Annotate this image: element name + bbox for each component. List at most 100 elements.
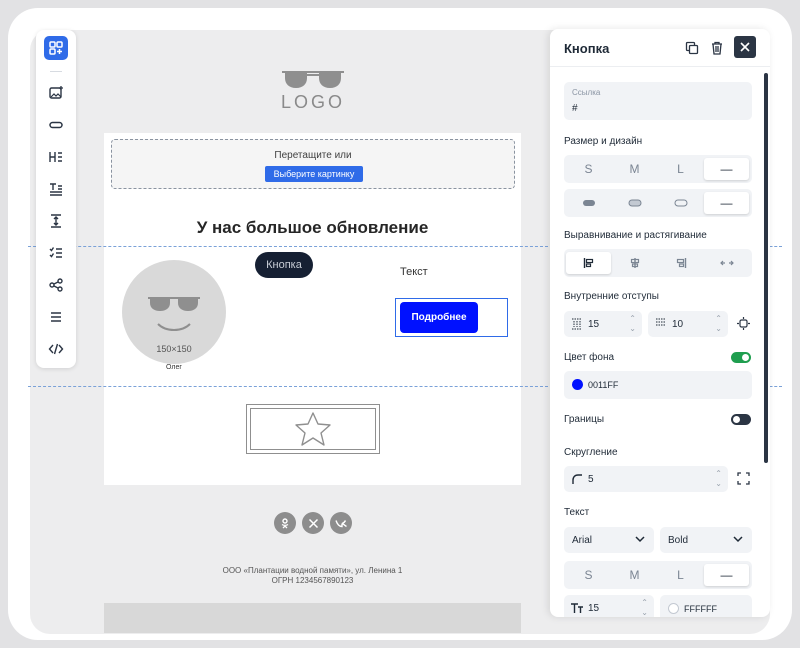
link-label: Ссылка bbox=[572, 88, 601, 97]
code-icon[interactable] bbox=[44, 337, 68, 361]
size-segmented: S M L — bbox=[564, 155, 752, 183]
x-icon[interactable] bbox=[302, 512, 324, 534]
text-size-custom[interactable]: — bbox=[704, 564, 749, 586]
bg-color-swatch[interactable] bbox=[572, 379, 583, 390]
duplicate-icon[interactable] bbox=[683, 39, 701, 57]
row-guide-top bbox=[28, 246, 548, 247]
panel-scrollbar[interactable] bbox=[764, 73, 768, 463]
sunglasses-icon bbox=[282, 71, 344, 88]
text-size-m[interactable]: M bbox=[612, 564, 657, 586]
starfish-icon bbox=[295, 412, 331, 446]
logo-text: LOGO bbox=[280, 92, 345, 112]
font-size-icon bbox=[571, 603, 583, 613]
shape-rounded-icon[interactable] bbox=[612, 192, 657, 214]
radius-stepper[interactable]: ⌃ ⌄ bbox=[715, 469, 722, 489]
email-bottom-band bbox=[104, 603, 521, 633]
font-family-select[interactable]: Arial bbox=[564, 527, 654, 553]
text-label: Текст bbox=[564, 507, 590, 518]
radius-label: Скругление bbox=[564, 447, 618, 458]
align-segmented bbox=[564, 249, 752, 277]
size-design-label: Размер и дизайн bbox=[564, 136, 643, 147]
align-label: Выравнивание и растягивание bbox=[564, 230, 707, 241]
blocks-icon[interactable] bbox=[44, 36, 68, 60]
footer-ogrn: ОГРН 1234567890123 bbox=[271, 576, 354, 585]
link-field[interactable]: Ссылка # bbox=[564, 82, 752, 120]
bg-color-toggle[interactable] bbox=[731, 352, 751, 363]
radius-input[interactable]: 5 ⌃ ⌄ bbox=[564, 466, 728, 492]
image-drop-zone[interactable]: Перетащите или Выберите картинку bbox=[111, 139, 515, 189]
share-icon[interactable] bbox=[44, 273, 68, 297]
block-toolbar bbox=[36, 30, 76, 368]
bg-color-label: Цвет фона bbox=[564, 352, 615, 363]
font-size-input[interactable]: 15 ⌃ ⌄ bbox=[564, 595, 654, 617]
smiley-sunglasses-icon bbox=[148, 297, 200, 331]
email-footer: ООО «Плантации водной памяти», ул. Ленин… bbox=[104, 566, 521, 586]
text-icon[interactable] bbox=[44, 177, 68, 201]
align-center-icon[interactable] bbox=[612, 252, 657, 274]
padding-vertical-value: 15 bbox=[588, 319, 600, 330]
text-block[interactable]: Текст bbox=[400, 266, 428, 278]
padding-vertical-input[interactable]: 15 ⌃ ⌄ bbox=[564, 311, 642, 337]
vk-icon[interactable] bbox=[330, 512, 352, 534]
spacer-icon[interactable] bbox=[44, 209, 68, 233]
avatar-size-label: 150×150 bbox=[156, 344, 192, 354]
shape-none[interactable]: — bbox=[704, 192, 749, 214]
text-color-swatch[interactable] bbox=[668, 603, 679, 614]
trash-icon[interactable] bbox=[708, 39, 726, 57]
image-placeholder[interactable] bbox=[246, 404, 380, 454]
padding-horizontal-input[interactable]: 10 ⌃ ⌄ bbox=[648, 311, 728, 337]
close-button[interactable] bbox=[734, 36, 756, 58]
padding-horizontal-icon bbox=[656, 318, 666, 326]
block-type-chip: Кнопка bbox=[255, 252, 313, 278]
toolbar-divider bbox=[50, 71, 62, 72]
ok-icon[interactable] bbox=[274, 512, 296, 534]
size-s[interactable]: S bbox=[566, 158, 611, 180]
corner-radius-icon bbox=[572, 474, 582, 484]
link-value: # bbox=[572, 103, 578, 114]
text-size-l[interactable]: L bbox=[658, 564, 703, 586]
padding-vertical-stepper[interactable]: ⌃ ⌄ bbox=[629, 314, 636, 334]
close-icon bbox=[740, 42, 750, 52]
email-headline[interactable]: У нас большое обновление bbox=[104, 218, 521, 238]
chevron-down-icon bbox=[733, 536, 743, 543]
bg-color-field[interactable]: 0011FF bbox=[564, 371, 752, 399]
properties-panel: Кнопка Ссылка # Размер и дизайн S M L — bbox=[550, 29, 770, 617]
font-weight-select[interactable]: Bold bbox=[660, 527, 752, 553]
size-m[interactable]: M bbox=[612, 158, 657, 180]
expand-corners-icon[interactable] bbox=[737, 472, 750, 485]
button-icon[interactable] bbox=[44, 113, 68, 137]
font-size-stepper[interactable]: ⌃ ⌄ bbox=[641, 598, 648, 617]
shape-outline-icon[interactable] bbox=[658, 192, 703, 214]
avatar-placeholder[interactable]: 150×150 bbox=[122, 260, 226, 364]
text-color-field[interactable]: FFFFFF bbox=[660, 595, 752, 617]
padding-horizontal-stepper[interactable]: ⌃ ⌄ bbox=[715, 314, 722, 334]
list-icon[interactable] bbox=[44, 241, 68, 265]
bg-color-value: 0011FF bbox=[588, 380, 619, 390]
font-weight-value: Bold bbox=[668, 535, 689, 546]
heading-icon[interactable] bbox=[44, 145, 68, 169]
panel-header: Кнопка bbox=[550, 29, 770, 67]
size-l[interactable]: L bbox=[658, 158, 703, 180]
image-add-icon[interactable] bbox=[44, 81, 68, 105]
text-size-s[interactable]: S bbox=[566, 564, 611, 586]
padding-link-icon[interactable] bbox=[737, 317, 750, 330]
menu-icon[interactable] bbox=[44, 305, 68, 329]
padding-label: Внутренние отступы bbox=[564, 291, 659, 302]
cta-button[interactable]: Подробнее bbox=[400, 302, 478, 333]
padding-horizontal-value: 10 bbox=[672, 319, 684, 330]
row-guide-bottom bbox=[28, 386, 548, 387]
drop-zone-text: Перетащите или bbox=[274, 150, 352, 161]
borders-label: Границы bbox=[564, 414, 604, 425]
size-full[interactable]: — bbox=[704, 158, 749, 180]
stretch-icon[interactable] bbox=[704, 252, 749, 274]
align-right-icon[interactable] bbox=[658, 252, 703, 274]
text-color-value: FFFFFF bbox=[684, 604, 717, 614]
footer-company: ООО «Плантации водной памяти», ул. Ленин… bbox=[222, 566, 403, 575]
align-left-icon[interactable] bbox=[566, 252, 611, 274]
text-size-segmented: S M L — bbox=[564, 561, 752, 589]
logo: LOGO bbox=[268, 66, 358, 112]
borders-toggle[interactable] bbox=[731, 414, 751, 425]
padding-vertical-icon bbox=[572, 318, 582, 330]
choose-image-button[interactable]: Выберите картинку bbox=[265, 166, 363, 182]
shape-pill-icon[interactable] bbox=[566, 192, 611, 214]
